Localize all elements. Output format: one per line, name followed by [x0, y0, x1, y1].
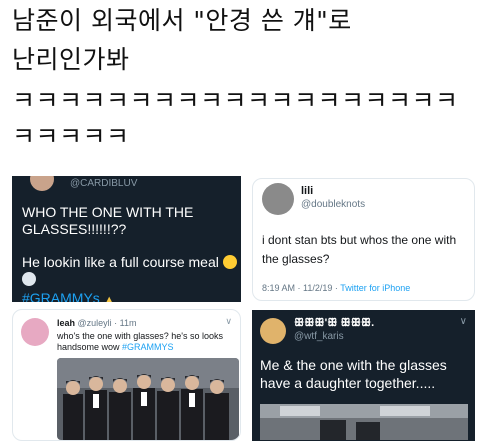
tweet-text: i dont stan bts but whos the one with th… — [262, 233, 457, 266]
heart-eyes-emoji-icon — [222, 255, 237, 269]
avatar[interactable] — [21, 318, 49, 346]
tweet-text: WHO THE ONE WITH THE GLASSES!!!!!!?? — [22, 204, 194, 237]
tweet-text-2-label: He lookin like a full course meal — [22, 254, 219, 270]
headline-line-2: 난리인가봐 — [12, 45, 130, 74]
hashtag-link[interactable]: #GRAMMYs ▲ — [22, 290, 115, 302]
avatar[interactable] — [260, 318, 286, 344]
tweet-card-c[interactable]: leah @zuleyli · 11m ∨ who's the one with… — [12, 309, 241, 441]
tweet-author-name[interactable]: ꕥꕥꕥ'ꕥ ꕥꕥꕥ. — [294, 317, 374, 330]
tweet-handle[interactable]: @zuleyli · 11m — [78, 318, 137, 328]
avatar[interactable] — [30, 176, 54, 191]
emoji-icon — [22, 272, 36, 286]
tweet-card-d[interactable]: ꕥꕥꕥ'ꕥ ꕥꕥꕥ. @wtf_karis ∨ Me & the one wit… — [252, 310, 475, 441]
headline-line-1: 남준이 외국에서 "안경 쓴 걔"로 — [12, 6, 352, 35]
tweet-handle[interactable]: @doubleknots — [301, 199, 365, 210]
tweet-card-b[interactable]: lili @doubleknots i dont stan bts but wh… — [252, 178, 475, 301]
tweet-handle[interactable]: @wtf_karis — [294, 331, 344, 342]
tweet-source-link[interactable]: Twitter for iPhone — [340, 283, 410, 293]
chevron-down-icon[interactable]: ∨ — [460, 316, 467, 327]
avatar[interactable] — [262, 183, 294, 215]
tweet-text-2: He lookin like a full course meal — [22, 254, 237, 271]
tweet-text: Me & the one with the glasses have a dau… — [260, 357, 447, 391]
tweet-meta: 8:19 AM · 11/2/19 · Twitter for iPhone — [262, 283, 410, 293]
tweet-handle[interactable]: @CARDIBLUV — [70, 178, 137, 189]
hashtag-link[interactable]: #GRAMMYS — [122, 342, 174, 352]
chevron-down-icon[interactable]: ∨ — [225, 316, 232, 327]
tweet-text: who's the one with glasses? he's so look… — [57, 331, 237, 353]
tweet-card-a[interactable]: @CARDIBLUV WHO THE ONE WITH THE GLASSES!… — [12, 176, 241, 302]
headline-line-4: ㅋㅋㅋㅋㅋ — [12, 122, 130, 151]
tweet-time: 8:19 AM · 11/2/19 · — [262, 283, 341, 293]
tweet-author-row: leah @zuleyli · 11m — [57, 318, 137, 328]
headline-line-3: ㅋㅋㅋㅋㅋㅋㅋㅋㅋㅋㅋㅋㅋㅋㅋㅋㅋㅋㅋ — [12, 86, 459, 115]
trophy-icon: ▲ — [103, 294, 115, 302]
tweet-author-name[interactable]: lili — [301, 185, 313, 197]
tweet-author-name[interactable]: leah — [57, 318, 75, 328]
hashtag-label[interactable]: #GRAMMYs — [22, 290, 100, 302]
tweet-photo[interactable] — [260, 404, 468, 440]
group-photo[interactable] — [57, 358, 239, 440]
